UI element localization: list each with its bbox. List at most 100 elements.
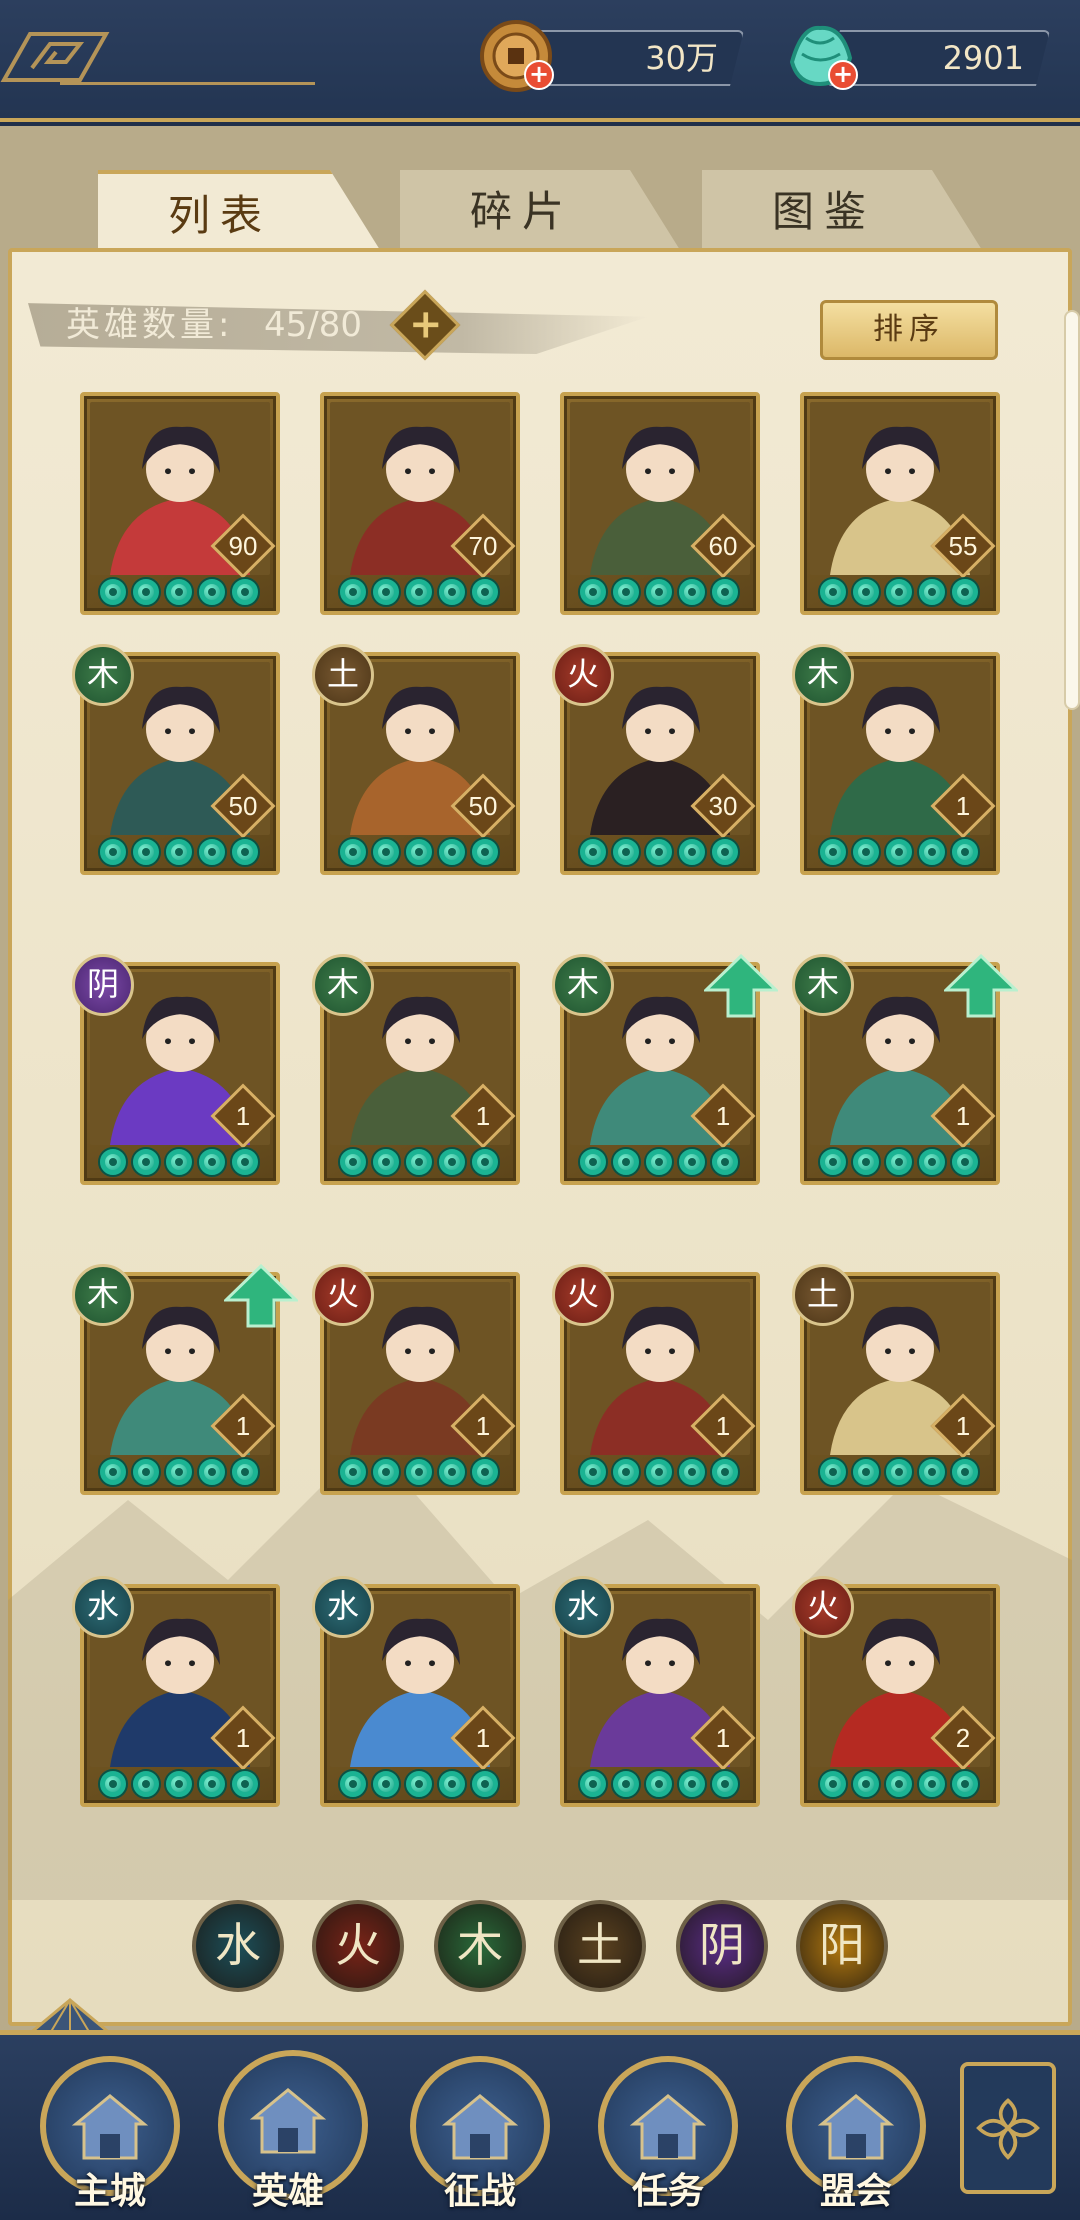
jade-star-icon [851,1457,881,1487]
jade-star-icon [230,1769,260,1799]
star-rating [578,1147,740,1177]
hero-level-value: 50 [228,791,258,821]
star-rating [338,1457,500,1487]
filter-water-button[interactable]: 水 [192,1900,284,1992]
jade-star-icon [818,837,848,867]
jade-star-icon [611,577,641,607]
jade-star-icon [611,1769,641,1799]
jade-star-icon [98,1457,128,1487]
star-rating [338,837,500,867]
jade-star-icon [437,1457,467,1487]
jade-star-icon [404,1147,434,1177]
hero-level-value: 30 [708,791,738,821]
nav-label: 英雄 [251,2171,324,2212]
jade-star-icon [230,1147,260,1177]
jade-star-icon [164,1147,194,1177]
jade-star-icon [230,837,260,867]
hero-card[interactable]: 1水 [552,1576,760,1807]
jade-star-icon [818,1769,848,1799]
jade-star-icon [197,577,227,607]
star-rating [338,1147,500,1177]
jade-star-icon [338,1147,368,1177]
alliance-pavilion-icon [817,2094,895,2160]
jade-star-icon [470,1147,500,1177]
jade-star-icon [950,1457,980,1487]
jade-star-icon [917,1147,947,1177]
hero-card[interactable]: 90 [80,392,280,615]
hero-card[interactable]: 50 土 [312,644,520,875]
hero-card[interactable]: 1火 [552,1264,760,1495]
filter-wood-button[interactable]: 木 [434,1900,526,1992]
hero-count-label: 英雄数量: [66,305,234,345]
jade-star-icon [131,837,161,867]
star-rating [98,1147,260,1177]
jade-star-icon [950,1147,980,1177]
jade-star-icon [578,577,608,607]
hero-level-value: 1 [475,1101,491,1131]
hero-card[interactable]: 1木 [72,1264,298,1495]
add-coins-button[interactable]: + [524,60,554,90]
hero-card[interactable]: 55 [800,392,1000,615]
jade-star-icon [437,837,467,867]
hero-card[interactable]: 2火 [792,1576,1000,1807]
hero-card[interactable]: 1木 [312,954,520,1185]
jade-star-icon [818,1147,848,1177]
more-menu-button[interactable] [960,2062,1056,2194]
filter-earth-button[interactable]: 土 [554,1900,646,1992]
jade-star-icon [131,1147,161,1177]
star-rating [578,837,740,867]
hero-card[interactable]: 1木 [792,644,1000,875]
hero-card[interactable]: 50 木 [72,644,280,875]
list-scrollbar[interactable] [1064,310,1080,710]
add-gems-button[interactable]: + [828,60,858,90]
jade-star-icon [611,837,641,867]
element-badge: 火 [552,1264,614,1326]
filter-yin-button[interactable]: 阴 [676,1900,768,1992]
city-gate-icon [71,2094,149,2160]
jade-star-icon [578,1769,608,1799]
jade-star-icon [230,577,260,607]
hero-card[interactable]: 70 [320,392,520,615]
filter-fire-button[interactable]: 火 [312,1900,404,1992]
jade-star-icon [578,1147,608,1177]
jade-star-icon [437,1147,467,1177]
element-badge: 木 [792,644,854,706]
hero-card[interactable]: 1火 [312,1264,520,1495]
hero-level-value: 1 [955,791,971,821]
hero-card[interactable]: 1土 [792,1264,1000,1495]
jade-star-icon [917,1457,947,1487]
element-badge: 水 [312,1576,374,1638]
filter-yang-button[interactable]: 阳 [796,1900,888,1992]
sort-button[interactable]: 排序 [820,300,998,360]
hero-card[interactable]: 30 火 [552,644,760,875]
jade-star-icon [338,577,368,607]
jade-star-icon [917,577,947,607]
header-divider [60,82,315,85]
nav-label: 盟会 [819,2171,892,2212]
hero-card[interactable]: 1木 [792,954,1018,1185]
jade-star-icon [677,577,707,607]
hero-card[interactable]: 1水 [312,1576,520,1807]
jade-star-icon [404,577,434,607]
menu-emblem-icon[interactable] [0,28,110,88]
star-rating [818,1457,980,1487]
jade-star-icon [197,1769,227,1799]
element-badge: 火 [792,1576,854,1638]
element-badge: 火 [312,1264,374,1326]
jade-star-icon [884,837,914,867]
jade-star-icon [470,837,500,867]
element-badge: 土 [792,1264,854,1326]
element-badge: 水 [552,1576,614,1638]
jade-star-icon [677,1457,707,1487]
hero-card[interactable]: 1木 [552,954,778,1185]
hero-card[interactable]: 1水 [72,1576,280,1807]
jade-star-icon [818,577,848,607]
jade-star-icon [644,837,674,867]
quest-scroll-icon [629,2094,707,2160]
jade-star-icon [164,1769,194,1799]
jade-star-icon [371,1457,401,1487]
jade-star-icon [437,577,467,607]
hero-card[interactable]: 1阴 [72,954,280,1185]
hero-card[interactable]: 60 [560,392,760,615]
hero-count-value: 45/80 [264,305,362,345]
